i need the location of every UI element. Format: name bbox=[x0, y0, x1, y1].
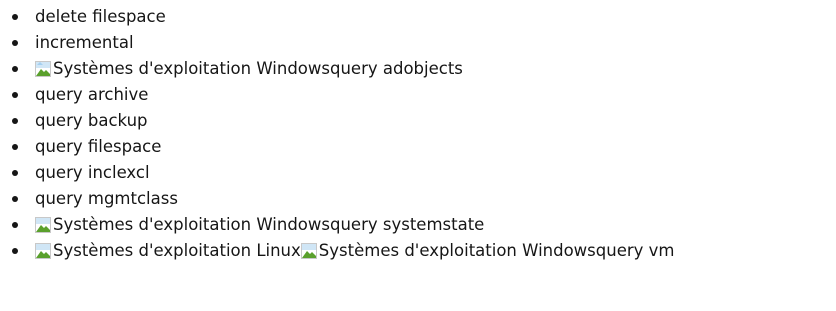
os-image-alt-text: Systèmes d'exploitation Windows bbox=[53, 59, 330, 78]
os-image-windows: Systèmes d'exploitation Windows bbox=[35, 212, 330, 238]
list-item: query filespace bbox=[0, 134, 836, 160]
broken-image-icon bbox=[35, 217, 51, 233]
list-item: Systèmes d'exploitation Linux Systèmes d… bbox=[0, 238, 836, 264]
bullet-icon bbox=[12, 144, 18, 150]
list-item: query mgmtclass bbox=[0, 186, 836, 212]
os-image-alt-text: Systèmes d'exploitation Windows bbox=[53, 215, 330, 234]
os-image-windows: Systèmes d'exploitation Windows bbox=[300, 238, 596, 264]
bullet-icon bbox=[12, 196, 18, 202]
os-image-windows: Systèmes d'exploitation Windows bbox=[35, 56, 330, 82]
broken-image-icon bbox=[35, 61, 51, 77]
bullet-icon bbox=[12, 170, 18, 176]
list-item: incremental bbox=[0, 30, 836, 56]
broken-image-icon bbox=[300, 243, 317, 259]
command-label: query vm bbox=[595, 241, 675, 260]
bullet-icon bbox=[12, 14, 18, 20]
bullet-icon bbox=[12, 248, 18, 254]
command-label: query archive bbox=[35, 85, 149, 104]
bullet-icon bbox=[12, 92, 18, 98]
bullet-icon bbox=[12, 66, 18, 72]
list-item: query backup bbox=[0, 108, 836, 134]
list-item: Systèmes d'exploitation Windows query sy… bbox=[0, 212, 836, 238]
list-item: Systèmes d'exploitation Windows query ad… bbox=[0, 56, 836, 82]
broken-image-icon bbox=[35, 243, 51, 259]
bullet-icon bbox=[12, 222, 18, 228]
command-label: query adobjects bbox=[329, 59, 463, 78]
command-label: query filespace bbox=[35, 137, 162, 156]
os-image-alt-text: Systèmes d'exploitation Windows bbox=[318, 241, 596, 260]
command-label: delete filespace bbox=[35, 7, 166, 26]
list-item: delete filespace bbox=[0, 4, 836, 30]
list-item: query archive bbox=[0, 82, 836, 108]
command-label: incremental bbox=[35, 33, 134, 52]
command-label: query inclexcl bbox=[35, 163, 150, 182]
command-label: query systemstate bbox=[329, 215, 485, 234]
os-image-linux: Systèmes d'exploitation Linux bbox=[35, 238, 301, 264]
command-label: query backup bbox=[35, 111, 148, 130]
os-image-alt-text: Systèmes d'exploitation Linux bbox=[53, 241, 301, 260]
command-list: delete filespace incremental Systèmes d'… bbox=[0, 0, 836, 264]
bullet-icon bbox=[12, 40, 18, 46]
list-item: query inclexcl bbox=[0, 160, 836, 186]
command-label: query mgmtclass bbox=[35, 189, 178, 208]
bullet-icon bbox=[12, 118, 18, 124]
